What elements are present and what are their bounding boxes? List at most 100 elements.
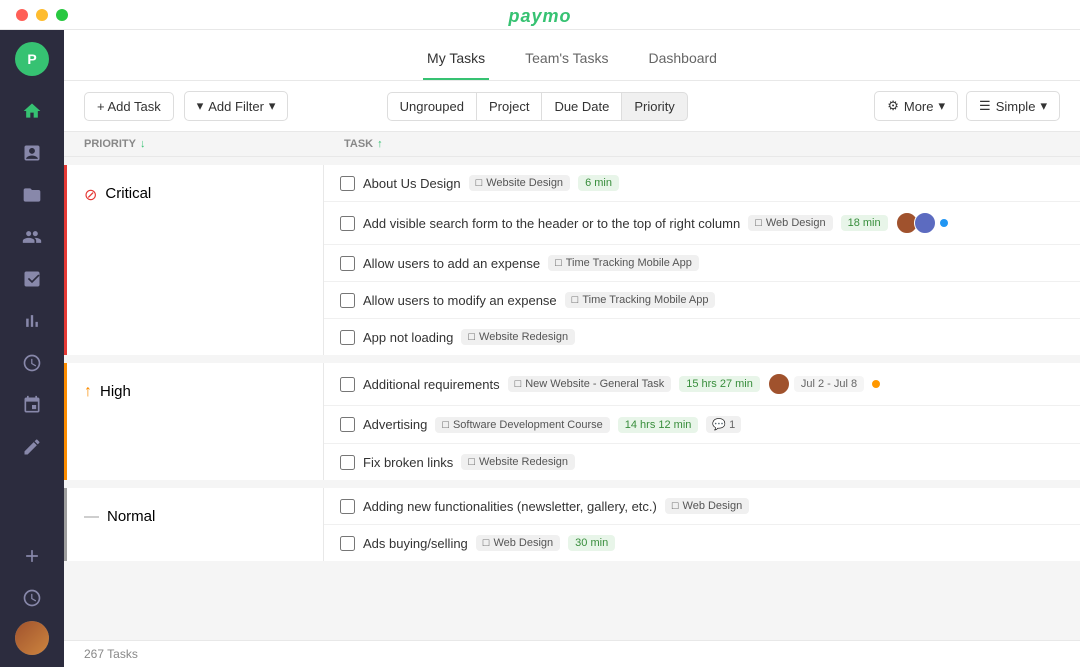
task-name: Allow users to add an expense <box>363 256 540 271</box>
sort-icon-priority: ↓ <box>140 138 146 150</box>
sidebar-item-clock-bottom[interactable] <box>13 579 51 617</box>
task-name: Advertising <box>363 417 427 432</box>
tag-icon: □ <box>555 257 562 269</box>
priority-group-critical: ⊘ Critical About Us Design □ Website Des… <box>64 165 1080 355</box>
th-task: TASK ↑ <box>344 138 1060 150</box>
task-name: Add visible search form to the header or… <box>363 216 740 231</box>
dot-indicator <box>872 380 880 388</box>
task-tag: □ Web Design <box>665 498 749 514</box>
table-header: PRIORITY ↓ TASK ↑ <box>64 132 1080 157</box>
tab-dashboard[interactable]: Dashboard <box>644 42 721 80</box>
sidebar: P <box>0 30 64 667</box>
date-badge: Jul 2 - Jul 8 <box>794 376 864 392</box>
nav-tabs: My Tasks Team's Tasks Dashboard <box>64 30 1080 81</box>
table-row: Fix broken links □ Website Redesign <box>324 444 1080 480</box>
sidebar-item-add[interactable] <box>13 537 51 575</box>
th-priority: PRIORITY ↓ <box>84 138 344 150</box>
normal-tasks: Adding new functionalities (newsletter, … <box>324 488 1080 561</box>
avatar <box>914 212 936 234</box>
add-task-button[interactable]: + Add Task <box>84 92 174 121</box>
traffic-light-red[interactable] <box>16 9 28 21</box>
dot-indicator <box>940 219 948 227</box>
sidebar-item-time[interactable] <box>13 344 51 382</box>
chevron-down-icon-simple: ▾ <box>1040 98 1047 114</box>
table-row: Adding new functionalities (newsletter, … <box>324 488 1080 525</box>
sidebar-item-calendar[interactable] <box>13 386 51 424</box>
time-badge: 6 min <box>578 175 619 191</box>
main-layout: P <box>0 30 1080 667</box>
task-name: About Us Design <box>363 176 461 191</box>
chevron-down-icon: ▾ <box>269 98 276 114</box>
sidebar-item-projects[interactable] <box>13 176 51 214</box>
task-checkbox[interactable] <box>340 176 355 191</box>
task-tag: □ New Website - General Task <box>508 376 672 392</box>
tag-icon: □ <box>468 456 475 468</box>
tag-icon: □ <box>468 331 475 343</box>
normal-label: Normal <box>107 508 155 525</box>
traffic-light-yellow[interactable] <box>36 9 48 21</box>
time-badge: 18 min <box>841 215 888 231</box>
table-row: Allow users to modify an expense □ Time … <box>324 282 1080 319</box>
priority-group-high: ↑ High Additional requirements □ New Web… <box>64 363 1080 480</box>
table-row: Ads buying/selling □ Web Design 30 min <box>324 525 1080 561</box>
task-checkbox[interactable] <box>340 256 355 271</box>
traffic-light-green[interactable] <box>56 9 68 21</box>
btn-priority[interactable]: Priority <box>621 92 687 121</box>
task-checkbox[interactable] <box>340 216 355 231</box>
btn-due-date[interactable]: Due Date <box>541 92 621 121</box>
table-row: Add visible search form to the header or… <box>324 202 1080 245</box>
toolbar-right: ⚙ More ▾ ☰ Simple ▾ <box>874 91 1060 121</box>
user-avatar[interactable] <box>15 621 49 655</box>
task-checkbox[interactable] <box>340 293 355 308</box>
critical-icon: ⊘ <box>84 185 97 205</box>
task-checkbox[interactable] <box>340 455 355 470</box>
task-list: ⊘ Critical About Us Design □ Website Des… <box>64 157 1080 640</box>
sidebar-item-clients[interactable] <box>13 218 51 256</box>
top-bar: paymo <box>0 0 1080 30</box>
task-tag: □ Web Design <box>748 215 832 231</box>
simple-button[interactable]: ☰ Simple ▾ <box>966 91 1060 121</box>
table-row: About Us Design □ Website Design 6 min <box>324 165 1080 202</box>
task-tag: □ Website Design <box>469 175 571 191</box>
task-tag: □ Web Design <box>476 535 560 551</box>
normal-icon: — <box>84 508 99 525</box>
content-area: My Tasks Team's Tasks Dashboard + Add Ta… <box>64 30 1080 667</box>
more-button[interactable]: ⚙ More ▾ <box>874 91 958 121</box>
time-badge: 15 hrs 27 min <box>679 376 760 392</box>
group-buttons: Ungrouped Project Due Date Priority <box>387 92 688 121</box>
task-tag: □ Website Redesign <box>461 329 575 345</box>
task-checkbox[interactable] <box>340 330 355 345</box>
list-icon: ☰ <box>979 98 991 114</box>
table-row: Advertising □ Software Development Cours… <box>324 406 1080 444</box>
sidebar-item-home[interactable] <box>13 92 51 130</box>
sidebar-item-analytics[interactable] <box>13 302 51 340</box>
sidebar-item-edit[interactable] <box>13 428 51 466</box>
btn-ungrouped[interactable]: Ungrouped <box>387 92 476 121</box>
table-row: App not loading □ Website Redesign <box>324 319 1080 355</box>
gear-icon: ⚙ <box>887 98 899 114</box>
task-name: Adding new functionalities (newsletter, … <box>363 499 657 514</box>
task-name: Additional requirements <box>363 377 500 392</box>
task-checkbox[interactable] <box>340 499 355 514</box>
avatar-group <box>896 212 932 234</box>
sidebar-item-tasks[interactable] <box>13 260 51 298</box>
time-badge: 30 min <box>568 535 615 551</box>
add-filter-button[interactable]: ▾ Add Filter ▾ <box>184 91 289 121</box>
table-row: Allow users to add an expense □ Time Tra… <box>324 245 1080 282</box>
task-name: Ads buying/selling <box>363 536 468 551</box>
sidebar-bottom <box>13 537 51 655</box>
task-checkbox[interactable] <box>340 536 355 551</box>
tab-teams-tasks[interactable]: Team's Tasks <box>521 42 612 80</box>
tag-icon: □ <box>755 217 762 229</box>
critical-label: Critical <box>105 185 151 202</box>
task-tag: □ Website Redesign <box>461 454 575 470</box>
avatar <box>768 373 790 395</box>
btn-project[interactable]: Project <box>476 92 541 121</box>
task-checkbox[interactable] <box>340 417 355 432</box>
task-tag: □ Time Tracking Mobile App <box>548 255 699 271</box>
task-checkbox[interactable] <box>340 377 355 392</box>
table-row: Additional requirements □ New Website - … <box>324 363 1080 406</box>
tab-my-tasks[interactable]: My Tasks <box>423 42 489 80</box>
sidebar-item-reports[interactable] <box>13 134 51 172</box>
sort-icon-task: ↑ <box>377 138 383 150</box>
